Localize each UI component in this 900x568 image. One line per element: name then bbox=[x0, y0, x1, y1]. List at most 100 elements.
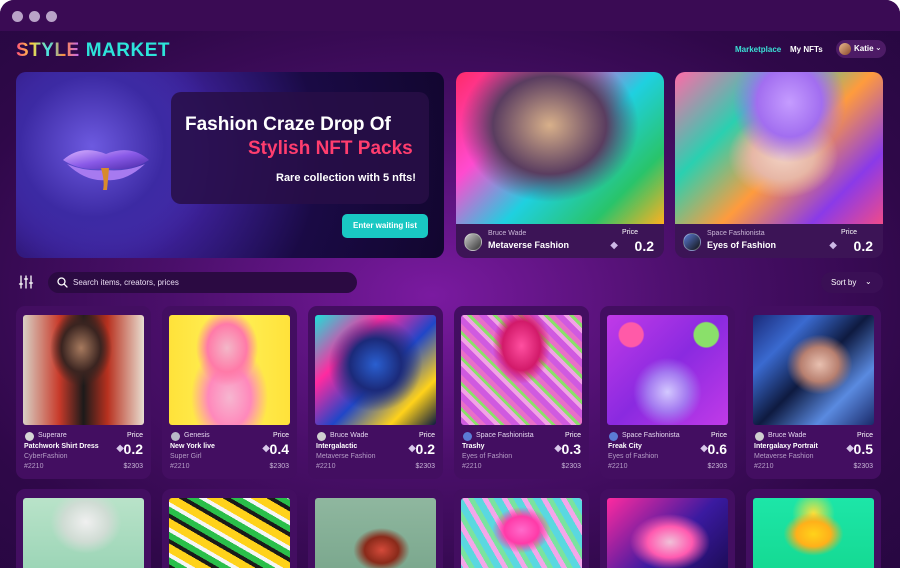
price-label: Price bbox=[841, 229, 857, 236]
hero-lips-art bbox=[63, 150, 149, 190]
eth-icon: ◆ bbox=[610, 240, 618, 251]
window-minimize-dot[interactable] bbox=[29, 11, 40, 22]
featured-price: 0.2 bbox=[853, 238, 873, 254]
nft-card[interactable]: Bruce Wade Intergalaxy Portrait Metavers… bbox=[746, 306, 881, 479]
creator-avatar bbox=[171, 432, 180, 441]
nft-card[interactable]: Space Fashionista Freak City Eyes of Fas… bbox=[600, 306, 735, 479]
nft-card[interactable] bbox=[308, 489, 443, 568]
featured-creator: Space Fashionista bbox=[707, 230, 765, 237]
logo-style-text: STYLE bbox=[16, 40, 80, 61]
sort-label: Sort by bbox=[831, 278, 857, 287]
nft-card-image bbox=[607, 498, 728, 568]
featured-card[interactable]: Space Fashionista Eyes of Fashion Price … bbox=[675, 72, 883, 258]
card-id: #2210 bbox=[462, 463, 482, 470]
hero-title-line2: Stylish NFT Packs bbox=[248, 138, 413, 159]
price-label: Price bbox=[711, 432, 727, 439]
logo-market-text: MARKET bbox=[85, 40, 171, 61]
nft-card[interactable]: Genesis New York live Super Girl #2210 P… bbox=[162, 306, 297, 479]
card-price: 0.2 bbox=[415, 441, 435, 457]
user-menu[interactable]: Katie ⌄ bbox=[836, 40, 886, 58]
nft-card[interactable]: Superare Patchwork Shirt Dress CyberFash… bbox=[16, 306, 151, 479]
chevron-down-icon: ⌄ bbox=[875, 43, 882, 52]
featured-price: 0.2 bbox=[634, 238, 654, 254]
nft-card[interactable] bbox=[162, 489, 297, 568]
window-titlebar bbox=[0, 0, 900, 31]
creator-avatar bbox=[317, 432, 326, 441]
card-creator: Bruce Wade bbox=[330, 432, 369, 439]
card-collection: Super Girl bbox=[170, 453, 202, 460]
featured-card-image bbox=[675, 72, 883, 224]
nft-card-image bbox=[607, 315, 728, 425]
nft-card-image bbox=[169, 315, 290, 425]
style-market-logo[interactable]: STYLE MARKET bbox=[16, 40, 170, 62]
card-collection: Metaverse Fashion bbox=[316, 453, 376, 460]
featured-title: Metaverse Fashion bbox=[488, 240, 570, 250]
card-price: 0.2 bbox=[123, 441, 143, 457]
card-id: #2210 bbox=[608, 463, 628, 470]
price-label: Price bbox=[419, 432, 435, 439]
nft-card-image bbox=[315, 315, 436, 425]
browser-window: STYLE MARKET Marketplace My NFTs Katie ⌄ … bbox=[0, 0, 900, 568]
card-title: Trashy bbox=[462, 443, 485, 450]
user-avatar bbox=[839, 43, 851, 55]
featured-title: Eyes of Fashion bbox=[707, 240, 777, 250]
window-close-dot[interactable] bbox=[12, 11, 23, 22]
search-input[interactable]: Search items, creators, prices bbox=[48, 272, 357, 293]
sort-dropdown[interactable]: Sort by ⌄ bbox=[821, 272, 883, 293]
chevron-down-icon: ⌄ bbox=[865, 277, 872, 286]
featured-creator: Bruce Wade bbox=[488, 230, 527, 237]
card-usd: $2303 bbox=[853, 463, 873, 470]
card-title: Freak City bbox=[608, 443, 642, 450]
creator-avatar bbox=[609, 432, 618, 441]
hero-subtitle: Rare collection with 5 nfts! bbox=[276, 172, 416, 184]
nft-card-image bbox=[461, 315, 582, 425]
hero-title-line1: Fashion Craze Drop Of bbox=[185, 114, 391, 135]
eth-icon: ◆ bbox=[829, 240, 837, 251]
nft-card[interactable] bbox=[746, 489, 881, 568]
card-id: #2210 bbox=[24, 463, 44, 470]
price-label: Price bbox=[273, 432, 289, 439]
card-price: 0.3 bbox=[561, 441, 581, 457]
creator-avatar bbox=[463, 432, 472, 441]
nft-card-image bbox=[23, 315, 144, 425]
card-collection: CyberFashion bbox=[24, 453, 68, 460]
card-price: 0.4 bbox=[269, 441, 289, 457]
card-id: #2210 bbox=[170, 463, 190, 470]
card-usd: $2303 bbox=[561, 463, 581, 470]
card-id: #2210 bbox=[316, 463, 336, 470]
featured-card-image bbox=[456, 72, 664, 224]
card-usd: $2303 bbox=[707, 463, 727, 470]
search-placeholder: Search items, creators, prices bbox=[73, 278, 179, 287]
card-creator: Superare bbox=[38, 432, 67, 439]
creator-avatar bbox=[683, 233, 701, 251]
card-usd: $2303 bbox=[269, 463, 289, 470]
card-title: Intergalactic bbox=[316, 443, 358, 450]
card-collection: Eyes of Fashion bbox=[462, 453, 513, 460]
card-creator: Space Fashionista bbox=[476, 432, 534, 439]
card-usd: $2303 bbox=[415, 463, 435, 470]
card-creator: Bruce Wade bbox=[768, 432, 807, 439]
creator-avatar bbox=[25, 432, 34, 441]
featured-card[interactable]: Bruce Wade Metaverse Fashion Price ◆ 0.2 bbox=[456, 72, 664, 258]
filter-sliders-icon[interactable] bbox=[18, 274, 34, 290]
nav-marketplace-link[interactable]: Marketplace bbox=[735, 45, 781, 54]
card-price: 0.6 bbox=[707, 441, 727, 457]
nft-card[interactable]: Bruce Wade Intergalactic Metaverse Fashi… bbox=[308, 306, 443, 479]
card-price: 0.5 bbox=[853, 441, 873, 457]
nft-card-image bbox=[169, 498, 290, 568]
nav-my-nfts-link[interactable]: My NFTs bbox=[790, 45, 823, 54]
nft-card[interactable] bbox=[600, 489, 735, 568]
nft-card-image bbox=[753, 315, 874, 425]
card-title: New York live bbox=[170, 443, 215, 450]
nft-card[interactable] bbox=[16, 489, 151, 568]
price-label: Price bbox=[565, 432, 581, 439]
enter-waiting-list-button[interactable]: Enter waiting list bbox=[342, 214, 428, 238]
nft-card-image bbox=[23, 498, 144, 568]
window-maximize-dot[interactable] bbox=[46, 11, 57, 22]
user-name: Katie bbox=[854, 44, 874, 53]
price-label: Price bbox=[127, 432, 143, 439]
card-collection: Eyes of Fashion bbox=[608, 453, 659, 460]
nft-card[interactable]: Space Fashionista Trashy Eyes of Fashion… bbox=[454, 306, 589, 479]
card-id: #2210 bbox=[754, 463, 774, 470]
nft-card[interactable] bbox=[454, 489, 589, 568]
